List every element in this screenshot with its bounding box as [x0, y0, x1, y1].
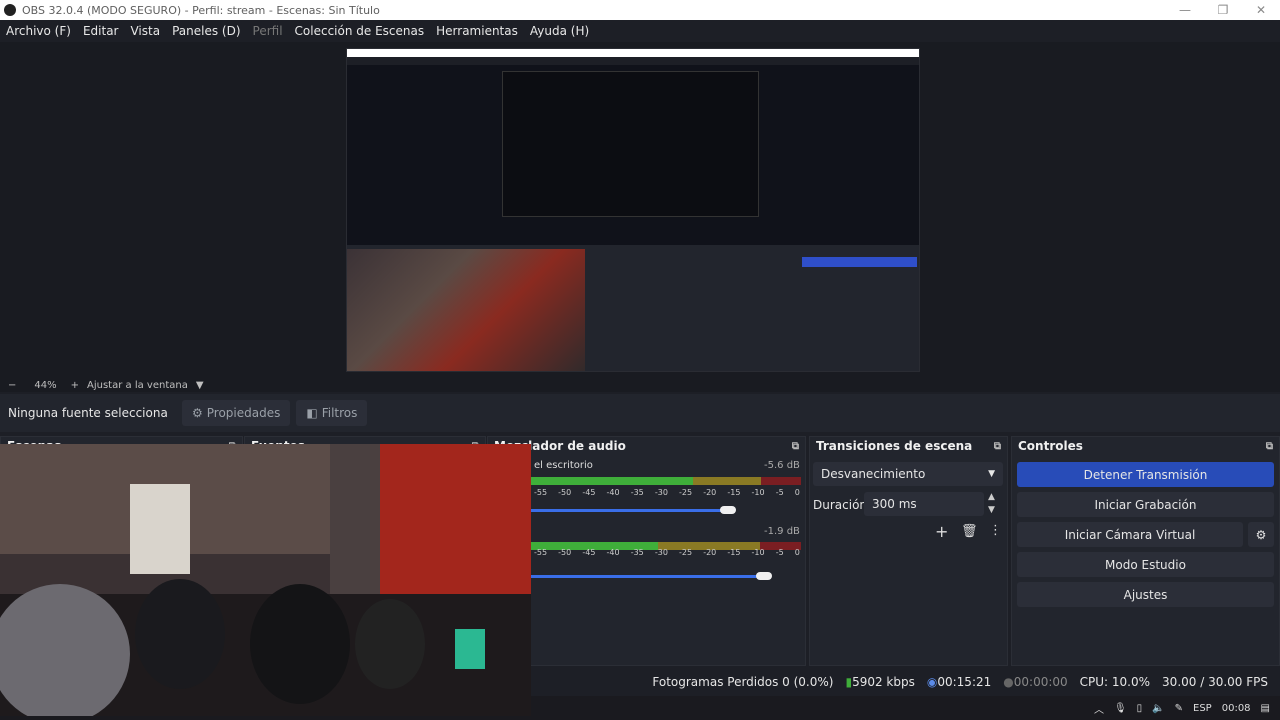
- chevron-down-icon: ▼: [988, 469, 995, 479]
- duration-value: 300 ms: [872, 497, 917, 511]
- studio-mode-button[interactable]: Modo Estudio: [1017, 552, 1274, 577]
- source-toolbar: Ninguna fuente selecciona ⚙ Propiedades …: [0, 394, 1280, 432]
- zoom-value: 44%: [34, 379, 57, 391]
- volume-slider[interactable]: [531, 575, 764, 578]
- properties-label: Propiedades: [206, 406, 281, 420]
- filter-icon: ◧: [306, 406, 318, 420]
- spin-down-icon[interactable]: ▼: [988, 505, 995, 515]
- volume-slider-handle[interactable]: [756, 572, 772, 580]
- spin-up-icon[interactable]: ▲: [988, 492, 995, 502]
- preview-mirror-titlebar: [347, 49, 919, 57]
- zoom-in-icon[interactable]: +: [71, 380, 79, 391]
- no-source-label: Ninguna fuente selecciona: [8, 406, 168, 420]
- preview-mirror-menubar: [347, 57, 919, 65]
- signal-icon: ▮: [845, 675, 853, 689]
- volume-meter: [531, 477, 801, 485]
- meter-scale: -55 -50 -45 -40 -35 -30 -25 -20 -15 -10 -5 0: [534, 488, 800, 497]
- volume-slider-handle[interactable]: [720, 506, 736, 514]
- close-icon[interactable]: ✕: [1242, 0, 1280, 20]
- gear-icon: ⚙: [192, 406, 203, 420]
- clock[interactable]: 00:08: [1222, 703, 1251, 714]
- notification-icon[interactable]: ▤: [1261, 703, 1270, 714]
- record-icon: ●: [1003, 675, 1014, 689]
- gear-icon: ⚙: [1255, 527, 1267, 542]
- menu-editar[interactable]: Editar: [77, 24, 125, 38]
- meter-scale: -55 -50 -45 -40 -35 -30 -25 -20 -15 -10 -5 0: [534, 548, 800, 557]
- trash-icon[interactable]: 🗑: [961, 524, 978, 539]
- settings-label: Ajustes: [1123, 587, 1168, 602]
- menu-paneles[interactable]: Paneles (D): [166, 24, 246, 38]
- battery-icon[interactable]: ▯: [1137, 703, 1143, 714]
- track-db: -5.6 dB: [764, 460, 800, 471]
- stream-icon: ◉: [926, 675, 938, 689]
- mic-icon[interactable]: 🎙: [1114, 703, 1127, 714]
- zoom-out-icon[interactable]: −: [8, 380, 16, 391]
- menu-vista[interactable]: Vista: [124, 24, 166, 38]
- filters-button[interactable]: ◧ Filtros: [296, 400, 368, 426]
- track-db: -1.9 dB: [764, 526, 800, 537]
- studio-mode-label: Modo Estudio: [1105, 557, 1186, 572]
- duration-spinbox[interactable]: 300 ms: [864, 492, 984, 516]
- more-icon[interactable]: ⋮: [989, 523, 1002, 538]
- filters-label: Filtros: [321, 406, 358, 420]
- preview-mirror-stop-button: [802, 257, 917, 267]
- settings-button[interactable]: Ajustes: [1017, 582, 1274, 607]
- stop-stream-label: Detener Transmisión: [1083, 467, 1208, 482]
- webcam-image: [0, 444, 531, 716]
- start-recording-label: Iniciar Grabación: [1094, 497, 1197, 512]
- minimize-icon[interactable]: —: [1166, 0, 1204, 20]
- program-preview[interactable]: [346, 48, 920, 372]
- preview-mirror-inner: [502, 71, 759, 217]
- menu-ayuda[interactable]: Ayuda (H): [524, 24, 595, 38]
- maximize-icon[interactable]: ❐: [1204, 0, 1242, 20]
- undock-icon[interactable]: ⧉: [994, 441, 1001, 452]
- zoom-bar: − 44% + Ajustar a la ventana ▼: [0, 378, 1280, 392]
- cpu-usage: CPU: 10.0%: [1079, 675, 1151, 689]
- window-controls: — ❐ ✕: [1166, 0, 1280, 20]
- volume-icon[interactable]: 🔈: [1152, 703, 1164, 714]
- pen-icon[interactable]: ✎: [1175, 703, 1183, 714]
- transitions-title: Transiciones de escena: [816, 439, 973, 453]
- chevron-up-icon[interactable]: ︿: [1094, 701, 1104, 716]
- webcam-overlay: [0, 444, 531, 716]
- transition-value: Desvanecimiento: [821, 467, 926, 481]
- preview-mirror-webcam: [347, 249, 585, 371]
- volume-slider[interactable]: [531, 509, 728, 512]
- menu-coleccion[interactable]: Colección de Escenas: [289, 24, 431, 38]
- menu-bar: Archivo (F) Editar Vista Paneles (D) Per…: [0, 20, 1280, 42]
- fps: 30.00 / 30.00 FPS: [1162, 675, 1268, 689]
- stop-stream-button[interactable]: Detener Transmisión: [1017, 462, 1274, 487]
- menu-perfil: Perfil: [252, 24, 283, 38]
- undock-icon[interactable]: ⧉: [1266, 441, 1273, 452]
- obs-logo-icon: [4, 4, 16, 16]
- track-name: el escritorio: [534, 460, 593, 471]
- controls-title: Controles: [1018, 439, 1083, 453]
- virtual-camera-label: Iniciar Cámara Virtual: [1064, 527, 1196, 542]
- duration-label: Duración: [813, 498, 868, 512]
- undock-icon[interactable]: ⧉: [792, 441, 799, 452]
- dropped-frames: Fotogramas Perdidos 0 (0.0%): [652, 675, 834, 689]
- properties-button[interactable]: ⚙ Propiedades: [182, 400, 291, 426]
- start-recording-button[interactable]: Iniciar Grabación: [1017, 492, 1274, 517]
- chevron-down-icon[interactable]: ▼: [196, 380, 204, 391]
- add-icon[interactable]: +: [935, 522, 948, 541]
- title-bar: OBS 32.0.4 (MODO SEGURO) - Perfil: strea…: [0, 0, 1280, 20]
- language-indicator[interactable]: ESP: [1193, 703, 1212, 714]
- menu-herramientas[interactable]: Herramientas: [430, 24, 524, 38]
- fit-window-label[interactable]: Ajustar a la ventana: [87, 380, 188, 391]
- stream-time: 00:15:21: [937, 675, 992, 689]
- menu-archivo[interactable]: Archivo (F): [0, 24, 77, 38]
- transition-select[interactable]: Desvanecimiento ▼: [813, 462, 1003, 486]
- virtual-camera-button[interactable]: Iniciar Cámara Virtual: [1017, 522, 1243, 547]
- bitrate: 5902 kbps: [852, 675, 915, 689]
- record-time: 00:00:00: [1013, 675, 1068, 689]
- virtual-camera-settings-button[interactable]: ⚙: [1248, 522, 1274, 547]
- window-title: OBS 32.0.4 (MODO SEGURO) - Perfil: strea…: [22, 3, 380, 17]
